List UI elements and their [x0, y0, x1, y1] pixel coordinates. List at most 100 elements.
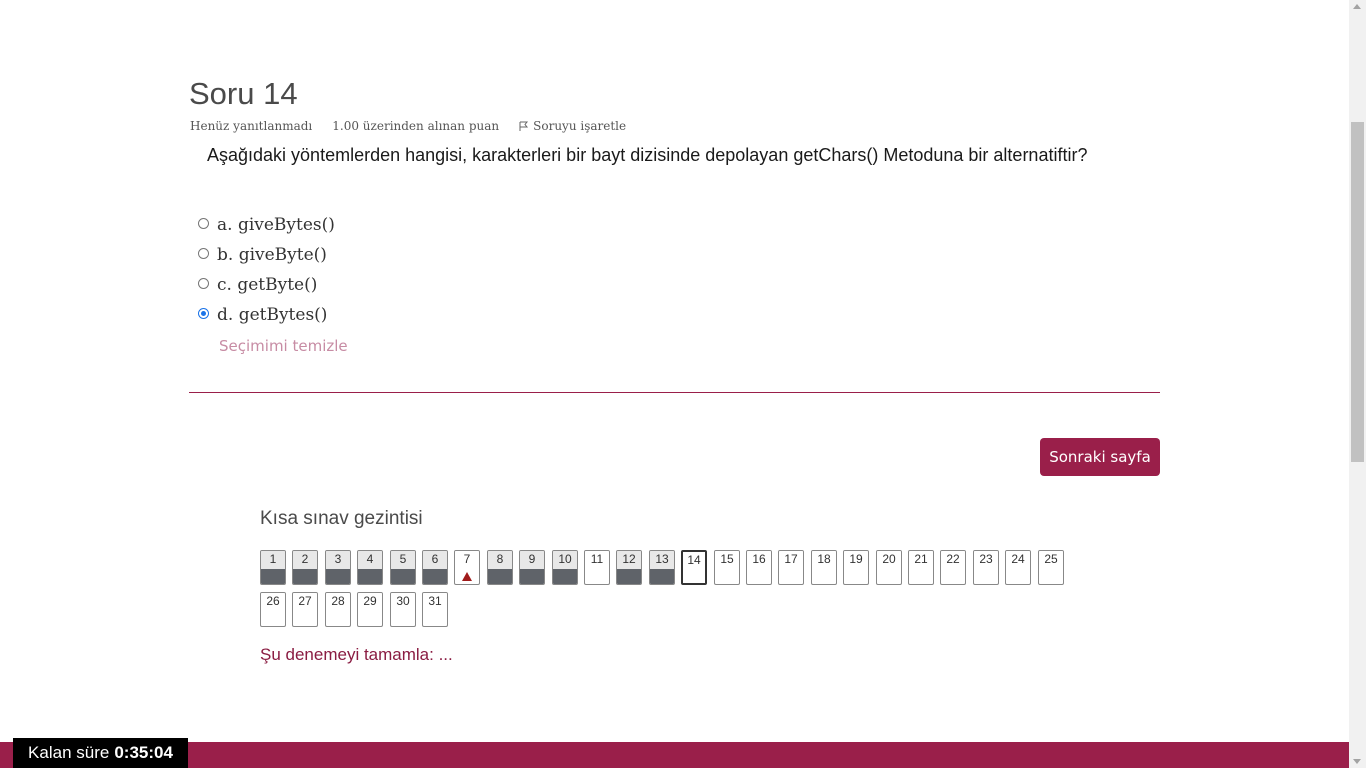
quiz-nav-number: 14 [683, 552, 705, 570]
quiz-nav-number: 12 [617, 551, 641, 569]
page: Soru 14 Henüz yanıtlanmadı 1.00 üzerinde… [0, 0, 1349, 768]
quiz-nav-button-16[interactable]: 16 [746, 550, 772, 585]
quiz-nav-button-18[interactable]: 18 [811, 550, 837, 585]
radio-c[interactable] [198, 277, 209, 289]
quiz-nav-button-27[interactable]: 27 [292, 592, 318, 627]
quiz-nav-number: 16 [747, 551, 771, 569]
quiz-nav-button-19[interactable]: 19 [843, 550, 869, 585]
quiz-nav-state [358, 611, 382, 626]
quiz-nav-state [261, 569, 285, 584]
quiz-nav-button-17[interactable]: 17 [778, 550, 804, 585]
answer-label-c: c. getByte() [217, 275, 318, 295]
quiz-nav-number: 30 [391, 593, 415, 611]
quiz-nav-button-30[interactable]: 30 [390, 592, 416, 627]
flag-question-link[interactable]: Soruyu işaretle [519, 119, 646, 133]
quiz-nav-button-20[interactable]: 20 [876, 550, 902, 585]
answer-option-c[interactable]: c. getByte() [197, 270, 335, 300]
quiz-nav-state [423, 569, 447, 584]
quiz-nav-button-3[interactable]: 3 [325, 550, 351, 585]
flag-triangle-icon [462, 572, 472, 581]
radio-a[interactable] [198, 217, 209, 229]
scrollbar[interactable] [1349, 0, 1366, 768]
question-status: Henüz yanıtlanmadı [190, 119, 313, 133]
quiz-nav-button-9[interactable]: 9 [519, 550, 545, 585]
scrollbar-thumb[interactable] [1351, 122, 1364, 462]
quiz-nav-number: 7 [455, 551, 479, 569]
quiz-nav-number: 24 [1006, 551, 1030, 569]
quiz-nav-state [650, 569, 674, 584]
quiz-navigation-title: Kısa sınav gezintisi [260, 508, 423, 529]
quiz-nav-button-8[interactable]: 8 [487, 550, 513, 585]
quiz-nav-number: 1 [261, 551, 285, 569]
answer-option-d[interactable]: d. getBytes() [197, 300, 335, 330]
quiz-nav-button-11[interactable]: 11 [584, 550, 610, 585]
quiz-nav-number: 4 [358, 551, 382, 569]
timer-value: 0:35:04 [114, 743, 173, 762]
footer-bar [0, 742, 1349, 768]
quiz-nav-number: 2 [293, 551, 317, 569]
quiz-nav-button-31[interactable]: 31 [422, 592, 448, 627]
scroll-up-icon[interactable] [1353, 4, 1361, 9]
quiz-nav-state [909, 569, 933, 584]
quiz-nav-state [617, 569, 641, 584]
quiz-nav-number: 17 [779, 551, 803, 569]
quiz-nav-state [488, 569, 512, 584]
quiz-nav-state [844, 569, 868, 584]
quiz-nav-state [520, 569, 544, 584]
quiz-nav-number: 27 [293, 593, 317, 611]
answer-label-a: a. giveBytes() [217, 215, 335, 235]
quiz-nav-button-4[interactable]: 4 [357, 550, 383, 585]
quiz-nav-button-22[interactable]: 22 [940, 550, 966, 585]
quiz-nav-number: 5 [391, 551, 415, 569]
quiz-nav-button-15[interactable]: 15 [714, 550, 740, 585]
quiz-nav-button-28[interactable]: 28 [325, 592, 351, 627]
quiz-nav-number: 25 [1039, 551, 1063, 569]
quiz-nav-button-29[interactable]: 29 [357, 592, 383, 627]
quiz-nav-number: 18 [812, 551, 836, 569]
quiz-nav-button-25[interactable]: 25 [1038, 550, 1064, 585]
radio-d[interactable] [198, 307, 209, 319]
quiz-nav-number: 26 [261, 593, 285, 611]
quiz-nav-state [553, 569, 577, 584]
quiz-nav-number: 21 [909, 551, 933, 569]
clear-choice-link[interactable]: Seçimimi temizle [219, 337, 348, 355]
divider [189, 392, 1160, 393]
answer-option-b[interactable]: b. giveByte() [197, 240, 335, 270]
question-meta: Henüz yanıtlanmadı 1.00 üzerinden alınan… [190, 119, 666, 133]
quiz-nav-button-1[interactable]: 1 [260, 550, 286, 585]
quiz-nav-button-21[interactable]: 21 [908, 550, 934, 585]
quiz-nav-button-5[interactable]: 5 [390, 550, 416, 585]
quiz-nav-number: 11 [585, 551, 609, 569]
flag-icon [519, 121, 529, 131]
quiz-nav-button-23[interactable]: 23 [973, 550, 999, 585]
answer-options: a. giveBytes() b. giveByte() c. getByte(… [197, 210, 335, 330]
scroll-down-icon[interactable] [1353, 759, 1361, 764]
quiz-nav-state [812, 569, 836, 584]
finish-attempt-link[interactable]: Şu denemeyi tamamla: ... [260, 645, 453, 665]
quiz-nav-button-24[interactable]: 24 [1005, 550, 1031, 585]
quiz-nav-number: 22 [941, 551, 965, 569]
quiz-nav-state [779, 569, 803, 584]
quiz-nav-button-12[interactable]: 12 [616, 550, 642, 585]
quiz-nav-button-14[interactable]: 14 [681, 550, 707, 585]
quiz-nav-button-7[interactable]: 7 [454, 550, 480, 585]
quiz-nav-number: 20 [877, 551, 901, 569]
answer-label-b: b. giveByte() [217, 245, 327, 265]
quiz-nav-button-6[interactable]: 6 [422, 550, 448, 585]
quiz-nav-number: 13 [650, 551, 674, 569]
timer-label: Kalan süre [28, 743, 110, 762]
quiz-nav-state [877, 569, 901, 584]
flag-question-label: Soruyu işaretle [533, 119, 627, 133]
answer-option-a[interactable]: a. giveBytes() [197, 210, 335, 240]
question-text: Aşağıdaki yöntemlerden hangisi, karakter… [207, 145, 1088, 165]
radio-b[interactable] [198, 247, 209, 259]
quiz-nav-button-2[interactable]: 2 [292, 550, 318, 585]
next-page-button[interactable]: Sonraki sayfa [1040, 438, 1160, 476]
quiz-nav-button-10[interactable]: 10 [552, 550, 578, 585]
quiz-nav-button-13[interactable]: 13 [649, 550, 675, 585]
timer: Kalan süre 0:35:04 [13, 738, 188, 768]
quiz-nav-button-26[interactable]: 26 [260, 592, 286, 627]
quiz-nav-state [585, 569, 609, 584]
quiz-nav-state [1006, 569, 1030, 584]
quiz-nav-state [747, 569, 771, 584]
